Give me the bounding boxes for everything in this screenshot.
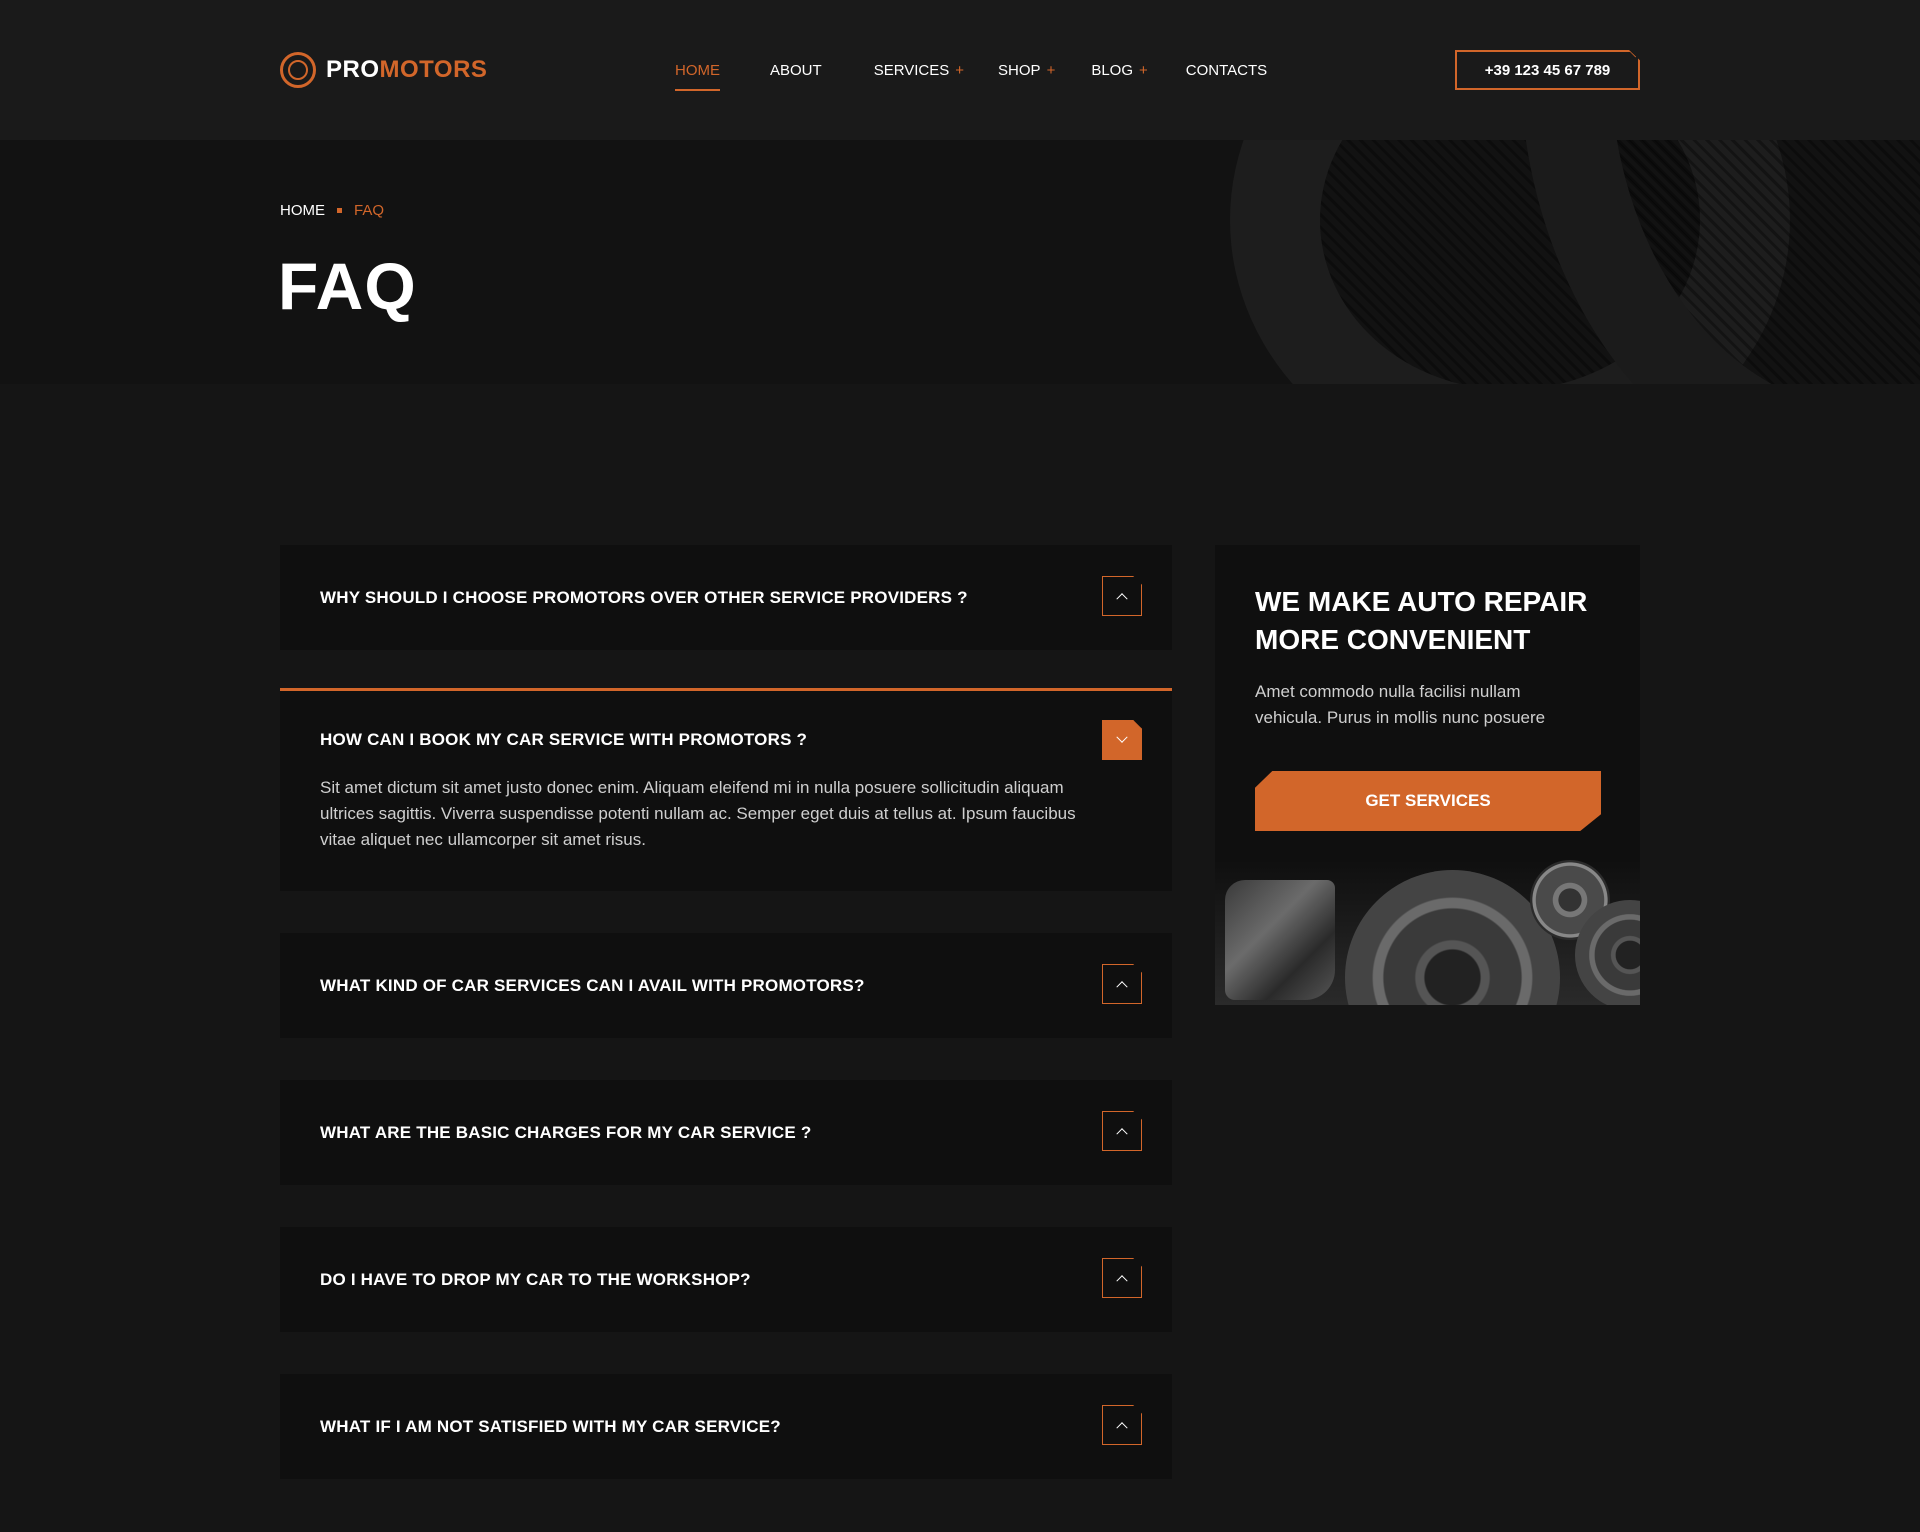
chevron-up-icon[interactable] bbox=[1102, 964, 1142, 1004]
faq-item-open[interactable]: HOW CAN I BOOK MY CAR SERVICE WITH PROMO… bbox=[280, 688, 1172, 891]
nav-item-about[interactable]: ABOUT bbox=[770, 62, 822, 79]
nav-item-home[interactable]: HOME bbox=[675, 61, 720, 91]
breadcrumb: HOME FAQ bbox=[280, 202, 384, 219]
promo-text: Amet commodo nulla facilisi nullam vehic… bbox=[1255, 682, 1546, 727]
nav-item-contacts[interactable]: CONTACTS bbox=[1186, 62, 1267, 79]
page-title: FAQ bbox=[278, 249, 417, 323]
breadcrumb-current: FAQ bbox=[354, 202, 385, 219]
brand-name: PROMOTORS bbox=[326, 56, 487, 84]
main-nav: HOME ABOUT SERVICES + SHOP + BLOG + CONTACT… bbox=[675, 58, 1267, 91]
faq-question[interactable]: WHAT ARE THE BASIC CHARGES FOR MY CAR SE… bbox=[320, 1123, 811, 1143]
nav-item-blog[interactable]: BLOG + bbox=[1091, 62, 1147, 79]
faq-question[interactable]: WHY SHOULD I CHOOSE PROMOTORS OVER OTHER… bbox=[320, 588, 968, 608]
plus-icon: + bbox=[955, 61, 965, 79]
phone-number: +39 123 45 67 789 bbox=[1484, 61, 1611, 79]
chevron-up-icon[interactable] bbox=[1102, 1258, 1142, 1298]
faq-question[interactable]: HOW CAN I BOOK MY CAR SERVICE WITH PROMO… bbox=[320, 730, 807, 750]
clutch-disc-image bbox=[1345, 870, 1560, 1005]
nav-item-label: SERVICES bbox=[873, 61, 950, 79]
chevron-down-icon[interactable] bbox=[1102, 720, 1142, 760]
nav-item-label: ABOUT bbox=[770, 61, 822, 79]
faq-item[interactable]: DO I HAVE TO DROP MY CAR TO THE WORKSHOP… bbox=[280, 1227, 1172, 1332]
chevron-up-icon[interactable] bbox=[1102, 576, 1142, 616]
nav-item-label: HOME bbox=[675, 61, 720, 79]
faq-question[interactable]: DO I HAVE TO DROP MY CAR TO THE WORKSHOP… bbox=[320, 1270, 751, 1290]
faq-item[interactable]: WHAT KIND OF CAR SERVICES CAN I AVAIL WI… bbox=[280, 933, 1172, 1038]
get-services-label: GET SERVICES bbox=[1365, 791, 1491, 810]
car-parts-image bbox=[1215, 860, 1640, 1005]
faq-question[interactable]: WHAT KIND OF CAR SERVICES CAN I AVAIL WI… bbox=[320, 976, 865, 996]
services-promo-card: WE MAKE AUTO REPAIR MORE CONVENIENT Amet… bbox=[1215, 545, 1640, 1005]
faq-item[interactable]: WHY SHOULD I CHOOSE PROMOTORS OVER OTHER… bbox=[280, 545, 1172, 650]
brand-logo[interactable]: PROMOTORS bbox=[280, 52, 487, 88]
faq-item[interactable]: WHAT IF I AM NOT SATISFIED WITH MY CAR S… bbox=[280, 1374, 1172, 1479]
nav-item-services[interactable]: SERVICES + bbox=[874, 62, 964, 79]
nav-item-label: BLOG bbox=[1091, 61, 1134, 79]
shock-absorber-image bbox=[1225, 880, 1335, 1000]
get-services-button[interactable]: GET SERVICES bbox=[1255, 771, 1601, 831]
plus-icon: + bbox=[1046, 61, 1056, 79]
brand-name-pro: PRO bbox=[326, 56, 380, 83]
chevron-up-icon[interactable] bbox=[1102, 1111, 1142, 1151]
promo-title: WE MAKE AUTO REPAIR MORE CONVENIENT bbox=[1255, 586, 1588, 655]
chevron-up-icon[interactable] bbox=[1102, 1405, 1142, 1445]
brand-name-motors: MOTORS bbox=[379, 56, 488, 83]
nav-item-label: CONTACTS bbox=[1185, 61, 1268, 79]
wheel-icon bbox=[280, 52, 316, 88]
faq-item[interactable]: WHAT ARE THE BASIC CHARGES FOR MY CAR SE… bbox=[280, 1080, 1172, 1185]
breadcrumb-home[interactable]: HOME bbox=[280, 202, 325, 219]
phone-button[interactable]: +39 123 45 67 789 bbox=[1455, 50, 1640, 90]
page-hero: HOME FAQ FAQ bbox=[0, 140, 1920, 384]
plus-icon: + bbox=[1139, 61, 1148, 79]
nav-item-label: SHOP bbox=[998, 61, 1041, 79]
faq-answer: Sit amet dictum sit amet justo donec eni… bbox=[320, 778, 1076, 849]
site-header: PROMOTORS HOME ABOUT SERVICES + SHOP + BLO… bbox=[0, 0, 1920, 140]
faq-question[interactable]: WHAT IF I AM NOT SATISFIED WITH MY CAR S… bbox=[320, 1417, 781, 1437]
nav-item-shop[interactable]: SHOP + bbox=[998, 62, 1055, 79]
breadcrumb-separator-icon bbox=[337, 208, 342, 213]
